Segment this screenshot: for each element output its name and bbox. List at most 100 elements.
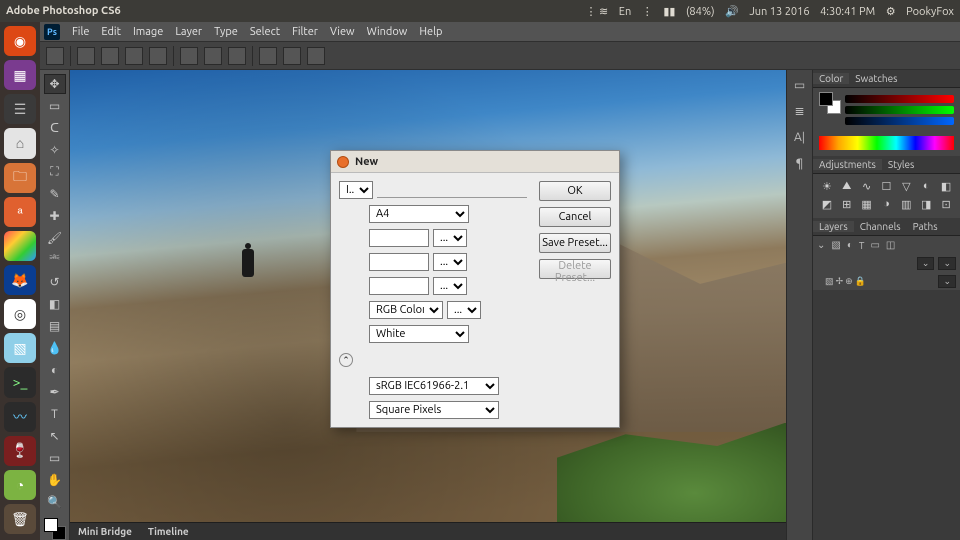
height-unit-dropdown[interactable]: ...: [433, 253, 467, 271]
launcher-firefox-icon[interactable]: 🦊: [4, 265, 36, 295]
launcher-terminal-icon[interactable]: >_: [4, 367, 36, 397]
layer-filter-adj-icon[interactable]: ◐: [847, 239, 853, 251]
color-mode-dropdown[interactable]: RGB Color: [369, 301, 443, 319]
wifi-icon[interactable]: ⋮ ≋: [586, 6, 609, 18]
adj-threshold-icon[interactable]: ◨: [918, 198, 934, 212]
menu-edit[interactable]: Edit: [95, 26, 127, 38]
opt-align-5[interactable]: [283, 47, 301, 65]
history-brush-icon[interactable]: ↺: [44, 272, 66, 292]
launcher-app-3[interactable]: [4, 231, 36, 261]
height-field[interactable]: [369, 253, 429, 271]
shape-tool-icon[interactable]: ▭: [44, 448, 66, 468]
close-icon[interactable]: [337, 156, 349, 168]
tab-timeline[interactable]: Timeline: [140, 526, 197, 537]
battery-icon[interactable]: ▮▮: [663, 6, 675, 18]
path-tool-icon[interactable]: ↖: [44, 426, 66, 446]
advanced-toggle-icon[interactable]: ⌃: [339, 353, 353, 367]
volume-icon[interactable]: 🔊: [725, 6, 739, 18]
history-panel-icon[interactable]: ▭: [791, 76, 809, 94]
opt-align-6[interactable]: [307, 47, 325, 65]
opt-marquee-rect[interactable]: [77, 47, 95, 65]
opt-marquee-sub[interactable]: [125, 47, 143, 65]
opt-marquee-add[interactable]: [101, 47, 119, 65]
opt-marquee-int[interactable]: [149, 47, 167, 65]
menu-filter[interactable]: Filter: [286, 26, 324, 38]
opt-align-4[interactable]: [259, 47, 277, 65]
dialog-titlebar[interactable]: New: [331, 151, 619, 173]
ok-button[interactable]: OK: [539, 181, 611, 201]
layer-blend-dropdown[interactable]: ⌄: [917, 257, 935, 270]
wand-tool-icon[interactable]: ✧: [44, 140, 66, 160]
heal-tool-icon[interactable]: ✚: [44, 206, 66, 226]
marquee-tool-icon[interactable]: ▭: [44, 96, 66, 116]
opt-align-1[interactable]: [180, 47, 198, 65]
adj-invert-icon[interactable]: ◑: [879, 198, 895, 212]
lock-icons[interactable]: ▧ ✢ ⊕ 🔒: [821, 276, 870, 287]
color-profile-dropdown[interactable]: sRGB IEC61966-2.1: [369, 377, 499, 395]
menu-file[interactable]: File: [66, 26, 95, 38]
launcher-app-2[interactable]: ☰: [4, 94, 36, 124]
menu-type[interactable]: Type: [208, 26, 244, 38]
tab-mini-bridge[interactable]: Mini Bridge: [70, 526, 140, 537]
background-dropdown[interactable]: White: [369, 325, 469, 343]
tab-styles[interactable]: Styles: [882, 159, 920, 170]
layer-filter-kind-icon[interactable]: ⌄: [817, 239, 825, 251]
adj-bw-icon[interactable]: ◧: [938, 180, 954, 194]
adj-hue-icon[interactable]: ◐: [918, 180, 934, 194]
tab-layers[interactable]: Layers: [813, 221, 854, 232]
crop-tool-icon[interactable]: ⛶: [44, 162, 66, 182]
pen-tool-icon[interactable]: ✒: [44, 382, 66, 402]
type-tool-icon[interactable]: T: [44, 404, 66, 424]
adj-lookup-icon[interactable]: ▦: [859, 198, 875, 212]
eyedropper-tool-icon[interactable]: ✎: [44, 184, 66, 204]
launcher-app-4[interactable]: ▧: [4, 333, 36, 363]
preset-dropdown[interactable]: A4: [369, 205, 469, 223]
launcher-trash-icon[interactable]: 🗑: [4, 504, 36, 534]
dodge-tool-icon[interactable]: ◐: [44, 360, 66, 380]
gear-icon[interactable]: ⚙: [886, 6, 896, 18]
resolution-field[interactable]: [369, 277, 429, 295]
menu-view[interactable]: View: [324, 26, 361, 38]
save-preset-button[interactable]: Save Preset...: [539, 233, 611, 253]
launcher-monitor-icon[interactable]: 〰: [4, 402, 36, 432]
para-panel-icon[interactable]: ¶: [791, 154, 809, 172]
layers-list[interactable]: [813, 290, 960, 540]
launcher-android-icon[interactable]: ◔: [4, 470, 36, 500]
menu-select[interactable]: Select: [244, 26, 286, 38]
fg-bg-colors[interactable]: [44, 518, 66, 540]
tab-adjustments[interactable]: Adjustments: [813, 159, 882, 170]
adj-vibrance-icon[interactable]: ▽: [898, 180, 914, 194]
tab-paths[interactable]: Paths: [907, 221, 944, 232]
menu-image[interactable]: Image: [127, 26, 169, 38]
opt-tool-preset[interactable]: [46, 47, 64, 65]
adj-levels-icon[interactable]: ⛰: [839, 180, 855, 194]
menu-window[interactable]: Window: [361, 26, 414, 38]
color-spectrum[interactable]: [819, 136, 954, 150]
zoom-tool-icon[interactable]: 🔍: [44, 492, 66, 512]
tab-color[interactable]: Color: [813, 73, 849, 84]
adj-channel-mixer-icon[interactable]: ⊞: [839, 198, 855, 212]
bluetooth-icon[interactable]: ⋮: [642, 6, 653, 18]
move-tool-icon[interactable]: ✥: [44, 74, 66, 94]
gradient-tool-icon[interactable]: ▤: [44, 316, 66, 336]
user-name[interactable]: PookyFox: [906, 6, 954, 18]
menu-layer[interactable]: Layer: [169, 26, 208, 38]
adj-selective-icon[interactable]: ⊡: [938, 198, 954, 212]
lang-indicator[interactable]: En: [619, 6, 631, 18]
layer-fill-field[interactable]: ⌄: [938, 275, 956, 288]
menu-help[interactable]: Help: [413, 26, 448, 38]
actions-panel-icon[interactable]: ≣: [791, 102, 809, 120]
launcher-drive-icon[interactable]: ⌂: [4, 128, 36, 158]
layer-filter-shape-icon[interactable]: ▭: [870, 239, 879, 251]
name-label-dropdown[interactable]: I...: [339, 181, 373, 199]
char-panel-icon[interactable]: A|: [791, 128, 809, 146]
launcher-dash-icon[interactable]: ◉: [4, 26, 36, 56]
width-unit-dropdown[interactable]: ...: [433, 229, 467, 247]
layer-filter-pixel-icon[interactable]: ▧: [831, 239, 840, 251]
pixel-aspect-dropdown[interactable]: Square Pixels: [369, 401, 499, 419]
launcher-files-icon[interactable]: 🗀: [4, 163, 36, 193]
brush-tool-icon[interactable]: 🖌: [44, 228, 66, 248]
blur-tool-icon[interactable]: 💧: [44, 338, 66, 358]
cancel-button[interactable]: Cancel: [539, 207, 611, 227]
adj-brightness-icon[interactable]: ☀: [819, 180, 835, 194]
